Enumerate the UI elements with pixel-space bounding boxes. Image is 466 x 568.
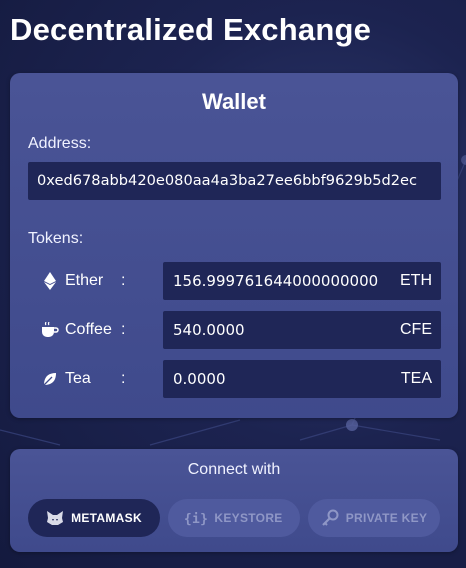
connect-card: Connect with METAMASK {i} KEYSTORE PRIVA… [10,449,458,552]
metamask-button-label: METAMASK [71,511,142,525]
token-amount: 156.999761644000000000 [173,272,379,290]
token-row-coffee: Coffee : 540.0000 CFE [10,311,458,349]
token-colon: : [121,272,126,289]
metamask-fox-icon [46,510,64,526]
private-key-button[interactable]: PRIVATE KEY [308,499,440,537]
wallet-title: Wallet [202,89,266,114]
token-balance-field[interactable]: 0.0000 TEA [163,360,441,398]
connect-title: Connect with [187,461,281,478]
private-key-button-label: PRIVATE KEY [345,511,428,525]
ethereum-icon [40,271,60,291]
app-title: Decentralized Exchange [10,12,372,47]
token-symbol: ETH [400,272,432,289]
token-symbol: TEA [400,370,432,387]
token-colon: : [121,321,126,338]
token-name: Tea [65,370,91,387]
coffee-cup-icon [40,320,60,340]
metamask-button[interactable]: METAMASK [28,499,160,537]
token-balance-field[interactable]: 540.0000 CFE [163,311,441,349]
token-amount: 0.0000 [173,370,226,388]
wallet-card: Wallet Address: 0xed678abb420e080aa4a3ba… [10,73,458,418]
token-name: Ether [65,272,104,289]
keystore-button[interactable]: {i} KEYSTORE [168,499,300,537]
keystore-braces-icon: {i} [185,510,207,526]
tokens-label: Tokens: [28,230,84,247]
token-balance-field[interactable]: 156.999761644000000000 ETH [163,262,441,300]
token-colon: : [121,370,126,387]
address-field[interactable]: 0xed678abb420e080aa4a3ba27ee6bbf9629b5d2… [28,162,441,200]
address-label: Address: [28,135,92,152]
keystore-button-label: KEYSTORE [214,511,283,525]
tea-leaf-icon [40,369,60,389]
svg-text:{i}: {i} [185,512,207,526]
token-name: Coffee [65,321,112,338]
key-icon [321,509,339,527]
token-symbol: CFE [400,321,432,338]
token-row-ether: Ether : 156.999761644000000000 ETH [10,262,458,300]
token-amount: 540.0000 [173,321,245,339]
token-row-tea: Tea : 0.0000 TEA [10,360,458,398]
